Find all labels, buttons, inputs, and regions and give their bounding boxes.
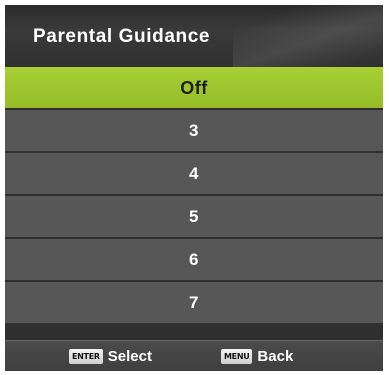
- rating-option-7[interactable]: 7: [5, 282, 383, 323]
- rating-option-off[interactable]: Off: [5, 67, 383, 108]
- rating-option-4[interactable]: 4: [5, 153, 383, 194]
- parental-guidance-menu: Parental Guidance Off 3 4 5 6 7 ENTER Se…: [5, 5, 383, 371]
- menu-key-icon: MENU: [221, 349, 253, 364]
- enter-key-icon: ENTER: [69, 349, 103, 364]
- menu-title: Parental Guidance: [33, 26, 211, 47]
- back-hint-label: Back: [257, 348, 294, 365]
- key-hint-bar: ENTER Select MENU Back: [5, 340, 383, 371]
- header-highlight: [233, 5, 383, 67]
- select-hint-label: Select: [107, 348, 152, 365]
- back-hint: MENU Back: [221, 348, 293, 365]
- select-hint: ENTER Select: [69, 348, 152, 365]
- rating-option-list: Off 3 4 5 6 7: [5, 67, 383, 325]
- rating-option-6[interactable]: 6: [5, 239, 383, 280]
- rating-option-3[interactable]: 3: [5, 110, 383, 151]
- rating-option-5[interactable]: 5: [5, 196, 383, 237]
- menu-header: Parental Guidance: [5, 5, 383, 67]
